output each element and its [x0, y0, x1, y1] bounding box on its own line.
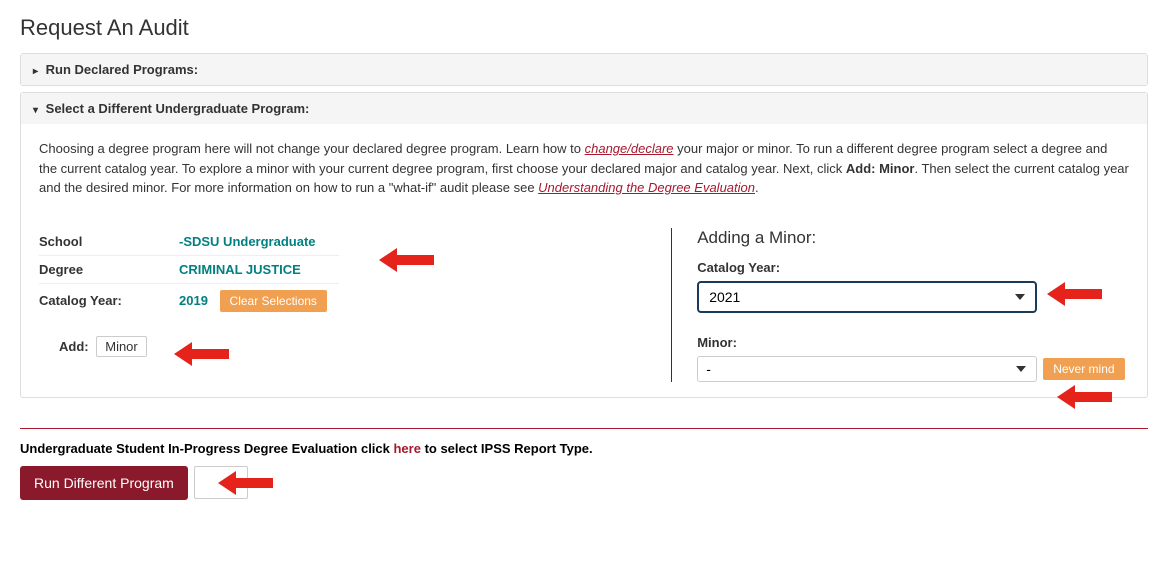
- add-row: Add: Minor: [59, 336, 671, 357]
- add-minor-box[interactable]: Minor: [96, 336, 147, 357]
- link-change-declare[interactable]: change/declare: [585, 141, 674, 156]
- caret-down-icon: ▾: [33, 105, 38, 116]
- panel-run-declared-header[interactable]: ▸ Run Declared Programs:: [21, 54, 1147, 85]
- footer-p2: to select IPSS Report Type.: [421, 441, 593, 456]
- program-info-table: School -SDSU Undergraduate Degree CRIMIN…: [39, 228, 339, 318]
- school-value[interactable]: -SDSU Undergraduate: [179, 234, 316, 249]
- minor-catalog-year-label: Catalog Year:: [697, 260, 1129, 275]
- panel-select-different-header[interactable]: ▾ Select a Different Undergraduate Progr…: [21, 93, 1147, 124]
- minor-select-label: Minor:: [697, 335, 1129, 350]
- add-label: Add:: [59, 339, 89, 354]
- intro-p1: Choosing a degree program here will not …: [39, 141, 585, 156]
- intro-bold1: Add: Minor: [846, 161, 915, 176]
- degree-value[interactable]: CRIMINAL JUSTICE: [179, 262, 301, 277]
- page-title: Request An Audit: [20, 15, 1148, 41]
- panel-run-declared: ▸ Run Declared Programs:: [20, 53, 1148, 86]
- panel1-header-text: Run Declared Programs:: [46, 62, 198, 77]
- school-label: School: [39, 228, 179, 256]
- minor-select[interactable]: -: [697, 356, 1037, 382]
- annotation-arrow-icon: [379, 246, 434, 274]
- adding-minor-heading: Adding a Minor:: [697, 228, 1129, 248]
- panel2-header-text: Select a Different Undergraduate Program…: [46, 101, 310, 116]
- never-mind-button[interactable]: Never mind: [1043, 358, 1124, 380]
- divider: [20, 428, 1148, 429]
- clear-selections-button[interactable]: Clear Selections: [220, 290, 327, 312]
- intro-text: Choosing a degree program here will not …: [39, 139, 1129, 198]
- degree-label: Degree: [39, 255, 179, 283]
- annotation-arrow-icon: [1057, 383, 1112, 411]
- caret-right-icon: ▸: [33, 66, 38, 77]
- catalog-year-value[interactable]: 2019: [179, 293, 208, 308]
- footer-text: Undergraduate Student In-Progress Degree…: [20, 441, 1148, 456]
- run-different-program-button[interactable]: Run Different Program: [20, 466, 188, 500]
- panel-select-different: ▾ Select a Different Undergraduate Progr…: [20, 92, 1148, 398]
- intro-p4: .: [755, 180, 759, 195]
- left-column: School -SDSU Undergraduate Degree CRIMIN…: [39, 228, 671, 357]
- minor-catalog-year-select[interactable]: 2021: [697, 281, 1037, 313]
- link-understanding[interactable]: Understanding the Degree Evaluation: [538, 180, 755, 195]
- footer-p1: Undergraduate Student In-Progress Degree…: [20, 441, 393, 456]
- catalog-year-label: Catalog Year:: [39, 283, 179, 318]
- empty-button[interactable]: [194, 466, 248, 499]
- footer-here-link[interactable]: here: [393, 441, 420, 456]
- right-column: Adding a Minor: Catalog Year: 2021 Minor…: [671, 228, 1129, 382]
- annotation-arrow-icon: [1047, 280, 1102, 308]
